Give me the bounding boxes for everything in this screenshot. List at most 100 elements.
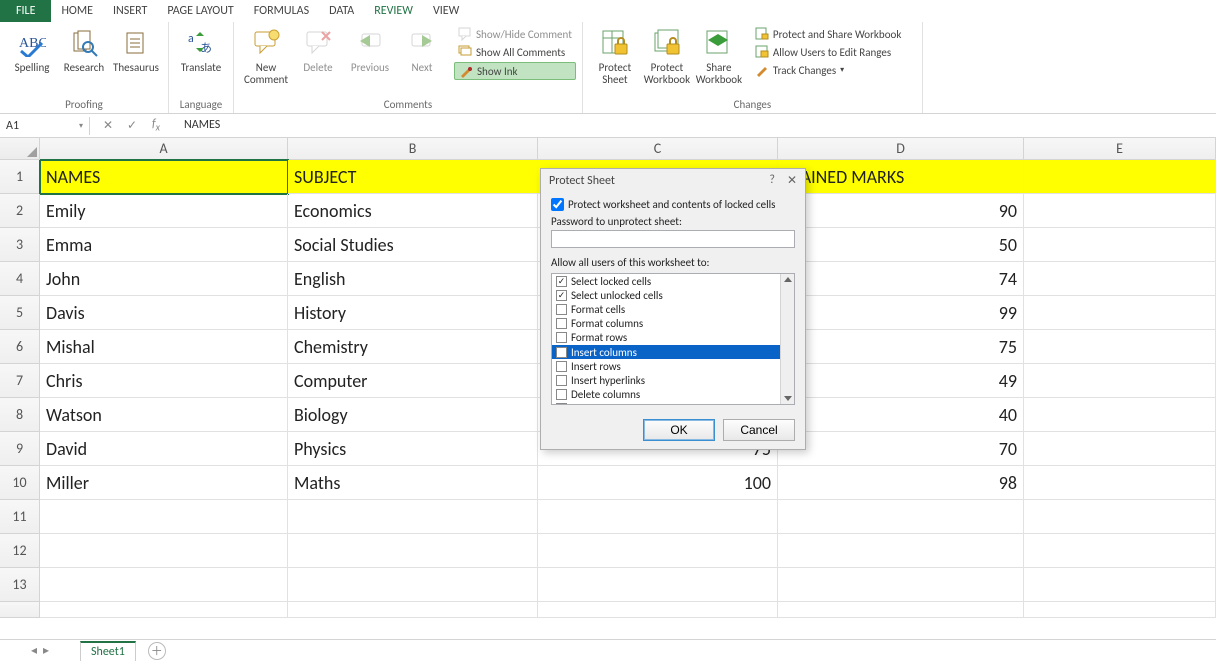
cell[interactable]: David <box>40 432 288 466</box>
spelling-button[interactable]: ABC Spelling <box>6 22 58 74</box>
ok-button[interactable]: OK <box>643 419 715 441</box>
fx-icon[interactable]: fx <box>148 117 164 133</box>
row-header[interactable]: 6 <box>0 330 40 364</box>
checkbox[interactable] <box>556 403 567 405</box>
cell[interactable] <box>288 602 538 618</box>
cell[interactable]: Biology <box>288 398 538 432</box>
sheet-nav-next-icon[interactable]: ▸ <box>43 643 49 658</box>
permission-item[interactable]: Insert hyperlinks <box>552 373 794 387</box>
add-sheet-button[interactable]: ＋ <box>148 642 166 660</box>
cell[interactable] <box>40 602 288 618</box>
protect-contents-checkbox[interactable]: Protect worksheet and contents of locked… <box>551 198 795 211</box>
formula-input[interactable]: NAMES <box>172 118 220 132</box>
new-comment-button[interactable]: New Comment <box>240 22 292 85</box>
checkbox[interactable] <box>556 332 567 343</box>
col-header-C[interactable]: C <box>538 138 778 160</box>
tab-formulas[interactable]: FORMULAS <box>244 0 319 22</box>
row-header[interactable]: 10 <box>0 466 40 500</box>
row-header[interactable]: 2 <box>0 194 40 228</box>
cell[interactable] <box>1024 398 1216 432</box>
row-header[interactable] <box>0 602 40 618</box>
cell[interactable]: Maths <box>288 466 538 500</box>
cell[interactable]: English <box>288 262 538 296</box>
cell[interactable]: John <box>40 262 288 296</box>
show-all-comments-button[interactable]: Show All Comments <box>454 44 576 60</box>
show-ink-button[interactable]: Show Ink <box>454 62 576 80</box>
permission-item[interactable]: Insert rows <box>552 359 794 373</box>
cell[interactable] <box>538 500 778 534</box>
cell[interactable]: Social Studies <box>288 228 538 262</box>
row-header[interactable]: 4 <box>0 262 40 296</box>
cancel-icon[interactable]: ✕ <box>100 118 116 133</box>
scrollbar[interactable] <box>780 274 794 404</box>
checkbox[interactable] <box>556 375 567 386</box>
dialog-titlebar[interactable]: Protect Sheet ? ✕ <box>541 169 805 192</box>
tab-page-layout[interactable]: PAGE LAYOUT <box>157 0 243 22</box>
cell[interactable]: Mishal <box>40 330 288 364</box>
enter-icon[interactable]: ✓ <box>124 118 140 133</box>
cell[interactable] <box>288 534 538 568</box>
checkbox[interactable]: ✓ <box>556 276 567 287</box>
checkbox[interactable] <box>551 198 564 211</box>
cell[interactable] <box>538 534 778 568</box>
tab-home[interactable]: HOME <box>51 0 103 22</box>
cell[interactable] <box>40 500 288 534</box>
cell[interactable]: BTAINED MARKS <box>778 160 1024 194</box>
checkbox[interactable] <box>556 318 567 329</box>
cell[interactable] <box>1024 296 1216 330</box>
cell[interactable] <box>538 602 778 618</box>
permission-item[interactable]: Insert columns <box>552 345 794 359</box>
sheet-tab-sheet1[interactable]: Sheet1 <box>80 641 136 661</box>
row-header[interactable]: 11 <box>0 500 40 534</box>
cell[interactable] <box>778 568 1024 602</box>
cell[interactable]: Emily <box>40 194 288 228</box>
cell[interactable]: 75 <box>778 330 1024 364</box>
tab-data[interactable]: DATA <box>319 0 364 22</box>
permission-item[interactable]: ✓Select unlocked cells <box>552 288 794 302</box>
close-icon[interactable]: ✕ <box>787 173 797 188</box>
cell[interactable] <box>1024 228 1216 262</box>
cell[interactable] <box>1024 602 1216 618</box>
checkbox[interactable]: ✓ <box>556 290 567 301</box>
cell[interactable] <box>1024 330 1216 364</box>
permissions-list[interactable]: ✓Select locked cells✓Select unlocked cel… <box>551 273 795 405</box>
tab-review[interactable]: REVIEW <box>364 0 423 22</box>
previous-comment-button[interactable]: Previous <box>344 22 396 74</box>
cancel-button[interactable]: Cancel <box>723 419 795 441</box>
cell[interactable] <box>1024 194 1216 228</box>
cell[interactable]: Chemistry <box>288 330 538 364</box>
cell[interactable] <box>1024 500 1216 534</box>
password-input[interactable] <box>551 230 795 248</box>
col-header-E[interactable]: E <box>1024 138 1216 160</box>
translate-button[interactable]: aあ Translate <box>175 22 227 74</box>
cell[interactable] <box>288 568 538 602</box>
share-workbook-button[interactable]: Share Workbook <box>693 22 745 85</box>
checkbox[interactable] <box>556 347 567 358</box>
checkbox[interactable] <box>556 389 567 400</box>
col-header-A[interactable]: A <box>40 138 288 160</box>
cell[interactable] <box>778 500 1024 534</box>
cell[interactable] <box>1024 160 1216 194</box>
row-header[interactable]: 13 <box>0 568 40 602</box>
permission-item[interactable]: Format cells <box>552 302 794 316</box>
cell[interactable]: Physics <box>288 432 538 466</box>
cell[interactable]: 49 <box>778 364 1024 398</box>
thesaurus-button[interactable]: Thesaurus <box>110 22 162 74</box>
select-all-corner[interactable] <box>0 138 40 160</box>
protect-sheet-button[interactable]: Protect Sheet <box>589 22 641 85</box>
permission-item[interactable]: Delete rows <box>552 402 794 405</box>
show-hide-comment-button[interactable]: Show/Hide Comment <box>454 26 576 42</box>
cell[interactable]: Chris <box>40 364 288 398</box>
row-header[interactable]: 7 <box>0 364 40 398</box>
next-comment-button[interactable]: Next <box>396 22 448 74</box>
col-header-D[interactable]: D <box>778 138 1024 160</box>
cell[interactable]: 99 <box>778 296 1024 330</box>
cell[interactable] <box>1024 364 1216 398</box>
cell[interactable] <box>40 534 288 568</box>
cell[interactable]: Computer <box>288 364 538 398</box>
help-icon[interactable]: ? <box>769 173 775 188</box>
col-header-B[interactable]: B <box>288 138 538 160</box>
permission-item[interactable]: Delete columns <box>552 388 794 402</box>
checkbox[interactable] <box>556 304 567 315</box>
tab-view[interactable]: VIEW <box>423 0 469 22</box>
